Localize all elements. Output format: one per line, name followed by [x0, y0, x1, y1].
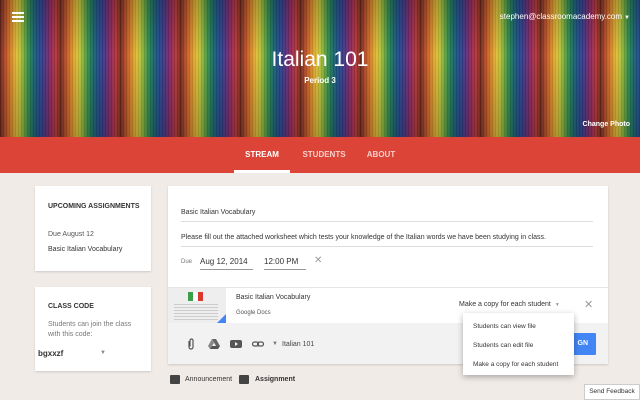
assignment-icon[interactable] — [239, 375, 249, 384]
class-code-card: CLASS CODE Students can join the class w… — [35, 287, 151, 371]
menu-item-copy-each[interactable]: Make a copy for each student — [473, 361, 558, 368]
paperclip-icon[interactable] — [185, 338, 197, 350]
tab-stream[interactable]: STREAM — [234, 137, 290, 173]
post-type-announcement[interactable]: Announcement — [185, 376, 232, 383]
class-code-heading: CLASS CODE — [48, 303, 94, 310]
chevron-down-icon: ▼ — [554, 302, 560, 308]
target-class-select[interactable]: Italian 101 — [282, 341, 314, 348]
class-period: Period 3 — [304, 76, 336, 85]
due-date-input[interactable]: Aug 12, 2014 — [200, 257, 253, 270]
tab-about[interactable]: ABOUT — [356, 137, 406, 173]
menu-item-edit-file[interactable]: Students can edit file — [473, 342, 533, 349]
class-code-helper-1: Students can join the class — [48, 321, 132, 328]
youtube-icon[interactable] — [230, 338, 242, 350]
account-menu[interactable]: stephen@classroomacademy.com ▼ — [500, 12, 630, 21]
close-icon[interactable]: ✕ — [314, 255, 322, 266]
document-thumbnail[interactable] — [168, 288, 226, 324]
assignment-title-input[interactable]: Basic Italian Vocabulary — [181, 209, 593, 222]
tab-students[interactable]: STUDENTS — [296, 137, 352, 173]
chevron-down-icon[interactable]: ▼ — [272, 341, 278, 347]
attachment-name[interactable]: Basic Italian Vocabulary — [236, 294, 310, 301]
remove-attachment-icon[interactable]: ✕ — [584, 298, 593, 311]
post-type-assignment[interactable]: Assignment — [255, 376, 295, 383]
class-code-helper-2: with this code: — [48, 331, 93, 338]
share-options-menu: Students can view file Students can edit… — [463, 313, 574, 375]
class-code-value: bgxxzf — [38, 349, 64, 358]
menu-icon[interactable] — [12, 12, 24, 22]
assignment-description-input[interactable]: Please fill out the attached worksheet w… — [181, 234, 593, 247]
upcoming-assignment-link[interactable]: Basic Italian Vocabulary — [48, 246, 122, 253]
upcoming-heading: UPCOMING ASSIGNMENTS — [48, 203, 140, 210]
chevron-down-icon: ▼ — [624, 15, 630, 21]
announcement-icon[interactable] — [170, 375, 180, 384]
upcoming-assignments-card: UPCOMING ASSIGNMENTS Due August 12 Basic… — [35, 186, 151, 271]
due-time-input[interactable]: 12:00 PM — [264, 257, 306, 270]
share-option-value: Make a copy for each student — [459, 301, 551, 308]
share-option-select[interactable]: Make a copy for each student ▼ — [459, 301, 560, 308]
chevron-down-icon[interactable]: ▼ — [100, 350, 106, 356]
user-email: stephen@classroomacademy.com — [499, 12, 623, 21]
menu-item-view-file[interactable]: Students can view file — [473, 323, 536, 330]
attachment-type: Google Docs — [236, 310, 271, 316]
send-feedback-button[interactable]: Send Feedback — [584, 384, 640, 400]
google-drive-icon[interactable] — [208, 338, 220, 350]
upcoming-due-text: Due August 12 — [48, 231, 94, 238]
class-title: Italian 101 — [271, 48, 369, 71]
due-label: Due — [181, 259, 193, 265]
change-photo-link[interactable]: Change Photo — [583, 121, 630, 128]
italy-flag-icon — [188, 292, 203, 301]
link-icon[interactable] — [252, 338, 264, 350]
nav-bar: STREAM STUDENTS ABOUT — [0, 137, 640, 173]
